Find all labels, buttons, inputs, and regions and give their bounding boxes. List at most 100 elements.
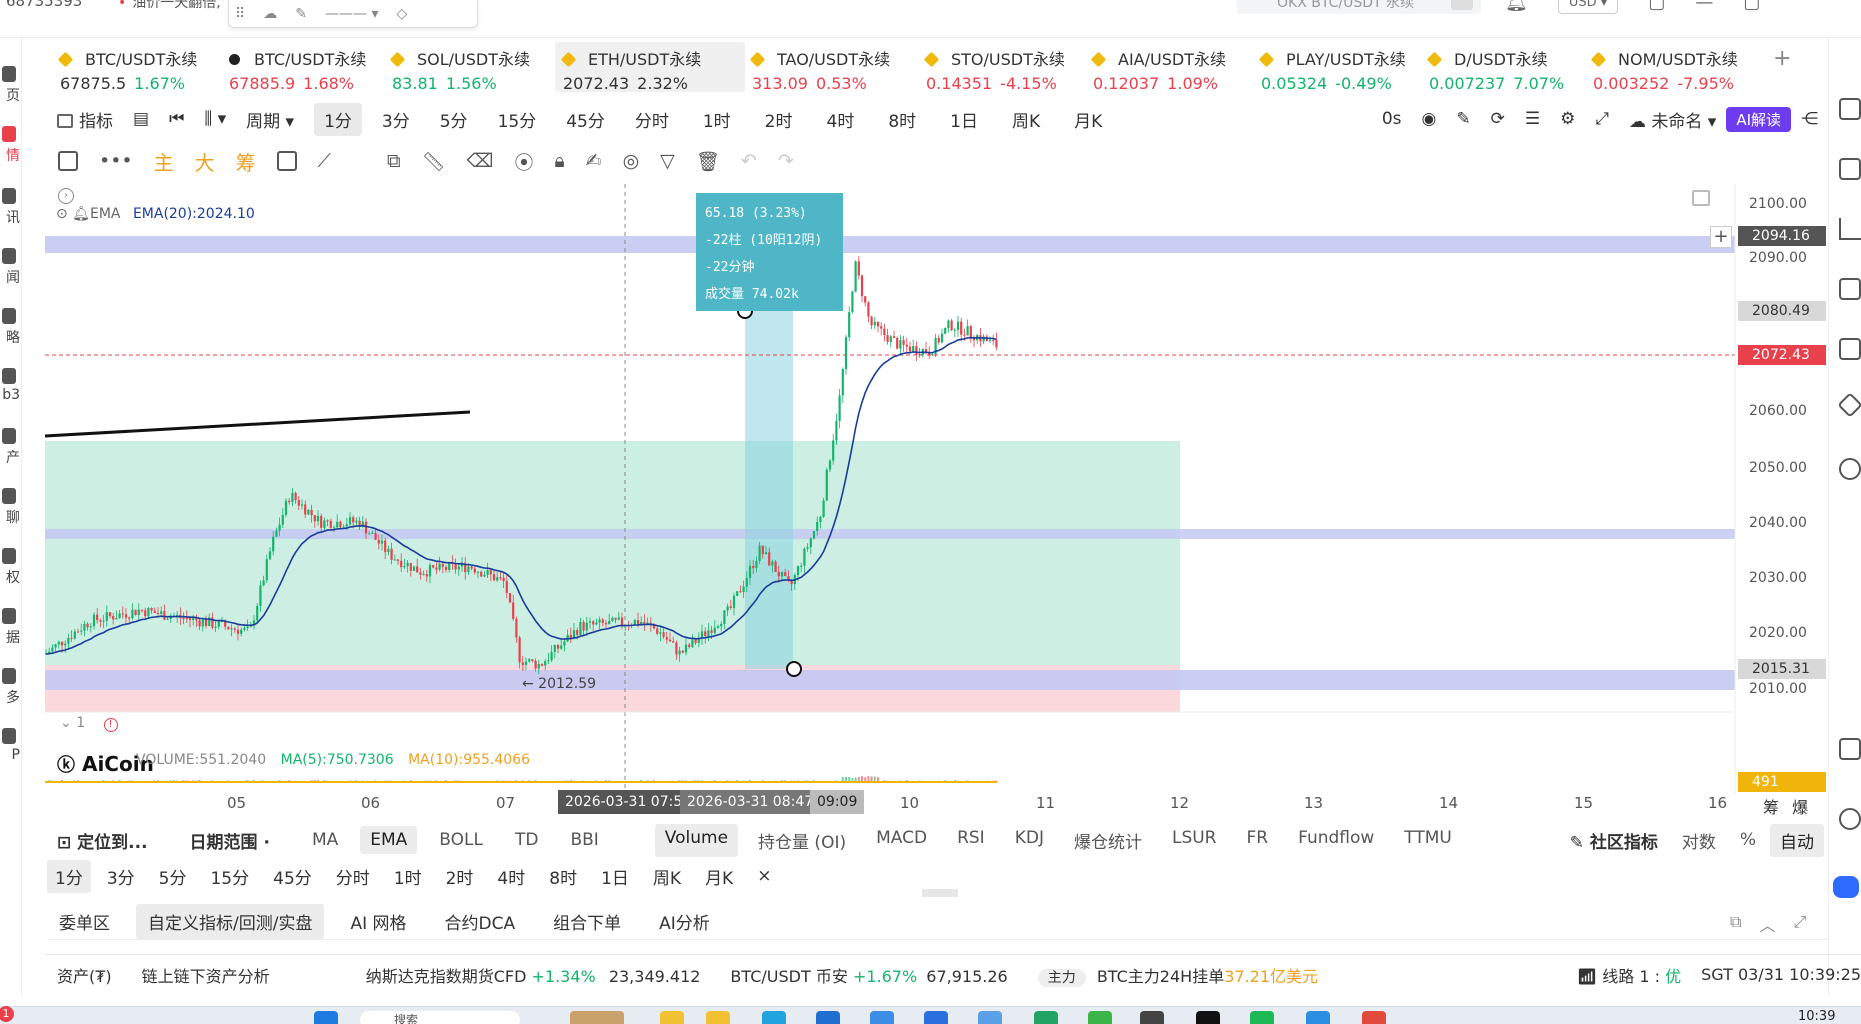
left-nav-item[interactable]: 情: [0, 126, 20, 165]
trend-icon[interactable]: [1839, 218, 1861, 240]
trend-line-tool-icon[interactable]: ⟋: [318, 150, 331, 172]
ticker-tab[interactable]: BTC/USDT永续 67885.9 1.68%: [221, 42, 376, 93]
window-icon[interactable]: ▢: [1648, 0, 1665, 14]
date-range-button[interactable]: 日期范围 ·: [180, 824, 280, 857]
price-chart[interactable]: ← 2012.59: [45, 184, 1828, 815]
bottom-tab[interactable]: 自定义指标/回测/实盘: [136, 904, 325, 939]
main-indicator-option[interactable]: EMA: [360, 826, 418, 854]
measure-handle-bottom[interactable]: [786, 661, 802, 677]
warning-icon[interactable]: !: [103, 718, 118, 732]
left-nav-item[interactable]: 略: [0, 308, 20, 347]
app-icon-6[interactable]: [1140, 1011, 1164, 1024]
taskbar-search[interactable]: 搜索: [360, 1011, 520, 1024]
main-indicator-option[interactable]: TD: [505, 826, 548, 854]
add-alert-button[interactable]: +: [1710, 226, 1732, 248]
indicator-button[interactable]: 指标: [47, 103, 123, 136]
period-bar-option[interactable]: 1分: [47, 859, 91, 893]
template-icon[interactable]: ▤: [123, 105, 159, 133]
left-nav-item[interactable]: 页: [0, 66, 20, 105]
drag-handle-icon[interactable]: ⠿: [235, 6, 245, 22]
period-bar-option[interactable]: 5分: [151, 860, 195, 893]
app-icon-1[interactable]: [870, 1011, 894, 1024]
left-nav-item[interactable]: 多: [0, 668, 20, 707]
candle-type-icon[interactable]: ⫼ ▾: [194, 105, 236, 133]
bottom-tab[interactable]: AI 网格: [338, 904, 418, 939]
sub-indicator-option[interactable]: 持仓量 (OI): [748, 824, 856, 857]
currency-select[interactable]: USD ▾: [1557, 0, 1619, 14]
connection-status[interactable]: 📶︎ 线路 1 : 优: [1577, 963, 1681, 987]
camera-icon[interactable]: ◉: [1412, 105, 1447, 133]
support-icon[interactable]: [1839, 808, 1861, 830]
maximize-icon[interactable]: ▢: [1743, 0, 1760, 14]
locate-button[interactable]: ⊡ 定位到...: [47, 824, 158, 857]
period-bar-option[interactable]: 15分: [202, 860, 257, 893]
band-2094[interactable]: [45, 236, 1735, 253]
ticker-tab[interactable]: BTC/USDT永续 67875.5 1.67%: [52, 42, 207, 93]
store-icon[interactable]: [816, 1011, 840, 1024]
edge-icon[interactable]: [762, 1011, 786, 1024]
period-bar-option[interactable]: 4时: [489, 860, 533, 893]
redo-icon[interactable]: ↷: [778, 150, 794, 172]
search-input[interactable]: OKX BTC/USDT 永续: [1237, 0, 1481, 14]
windows-start-icon[interactable]: [314, 1011, 338, 1024]
line-style-icon[interactable]: ——— ▾: [325, 6, 378, 22]
period-bar-option[interactable]: 45分: [265, 860, 320, 893]
panel-resize-handle[interactable]: [922, 889, 958, 897]
replay-icon[interactable]: ⏮: [159, 105, 194, 133]
main-force-info[interactable]: 主力 BTC主力24H挂单37.21亿美元: [1037, 963, 1318, 987]
eye-tool-icon[interactable]: ◎: [623, 150, 640, 172]
ticker-tab[interactable]: TAO/USDT永续 313.09 0.53%: [744, 42, 900, 93]
monitor-icon[interactable]: [1839, 278, 1861, 300]
period-bar-option[interactable]: 1日: [593, 860, 637, 893]
folder-icon[interactable]: [706, 1011, 730, 1024]
period-option[interactable]: 分时: [625, 103, 679, 136]
sub-indicator-option[interactable]: LSUR: [1162, 824, 1227, 857]
alert-icon[interactable]: ⟳: [1481, 105, 1515, 133]
expand-chart-icon[interactable]: [1692, 190, 1710, 206]
ticker-tab[interactable]: D/USDT永续 0.007237 7.07%: [1421, 42, 1574, 93]
period-option[interactable]: 5分: [430, 103, 478, 136]
period-option[interactable]: 15分: [488, 103, 547, 136]
popout-icon[interactable]: ⧉: [1730, 912, 1741, 936]
period-bar-option[interactable]: 分时: [328, 860, 378, 893]
delete-tool-icon[interactable]: 🗑︎: [696, 150, 720, 173]
app-icon-3[interactable]: [978, 1011, 1002, 1024]
ruler-tool-icon[interactable]: 📏︎: [422, 150, 446, 173]
period-bar-option[interactable]: 8时: [541, 860, 585, 893]
index-ticker-2[interactable]: BTC/USDT 币安 +1.67% 67,915.26: [730, 963, 1007, 987]
sub-indicator-option[interactable]: Fundflow: [1288, 824, 1384, 857]
ticker-tab[interactable]: ETH/USDT永续 2072.43 2.32%: [555, 42, 745, 93]
fullscreen-icon[interactable]: ⤢: [1585, 105, 1619, 133]
ai-interpret-button[interactable]: AI解读: [1726, 106, 1791, 132]
community-indicator-button[interactable]: ✎ 社区指标: [1560, 824, 1668, 857]
left-nav-item[interactable]: 产: [0, 428, 20, 467]
y-axis[interactable]: 2010.00 2020.00 2030.00 2040.00 2050.00 2060.…: [1735, 184, 1828, 804]
collapse-icon[interactable]: ⌄: [60, 715, 72, 731]
big-order-toggle[interactable]: 大: [195, 147, 215, 176]
period-option[interactable]: 1分: [314, 102, 362, 136]
sub-indicator-option[interactable]: FR: [1237, 824, 1279, 857]
sub-indicator-option[interactable]: MACD: [866, 824, 937, 857]
main-indicator-option[interactable]: MA: [302, 826, 348, 854]
sub-indicator-option[interactable]: Volume: [654, 823, 739, 857]
exchange-icon[interactable]: [1839, 458, 1861, 480]
widget-icon[interactable]: [570, 1011, 624, 1024]
filter-tool-icon[interactable]: ▽: [660, 150, 675, 172]
onchain-analysis-link[interactable]: 链上链下资产分析: [142, 963, 270, 987]
pattern-tool-icon[interactable]: [276, 151, 297, 171]
left-nav-item[interactable]: 权: [0, 548, 20, 587]
layout-icon[interactable]: [1839, 738, 1861, 760]
ticker-tab[interactable]: STO/USDT永续 0.14351 -4.15%: [918, 42, 1075, 93]
app-icon-8[interactable]: [1306, 1011, 1330, 1024]
app-icon-4[interactable]: [1034, 1011, 1058, 1024]
main-indicator-option[interactable]: BBI: [560, 826, 608, 854]
collapse-up-icon[interactable]: ︿: [1759, 912, 1775, 936]
chrome-icon[interactable]: [1362, 1011, 1386, 1024]
sub-indicator-option[interactable]: RSI: [947, 824, 995, 857]
ticker-tab[interactable]: NOM/USDT永续 0.003252 -7.95%: [1585, 42, 1748, 93]
left-nav-item[interactable]: P: [0, 728, 20, 763]
more-tools-icon[interactable]: •••: [99, 150, 133, 172]
rectangle-tool-icon[interactable]: [58, 151, 78, 171]
diamond-icon[interactable]: [1837, 392, 1861, 418]
left-nav-item[interactable]: 聊: [0, 488, 20, 527]
